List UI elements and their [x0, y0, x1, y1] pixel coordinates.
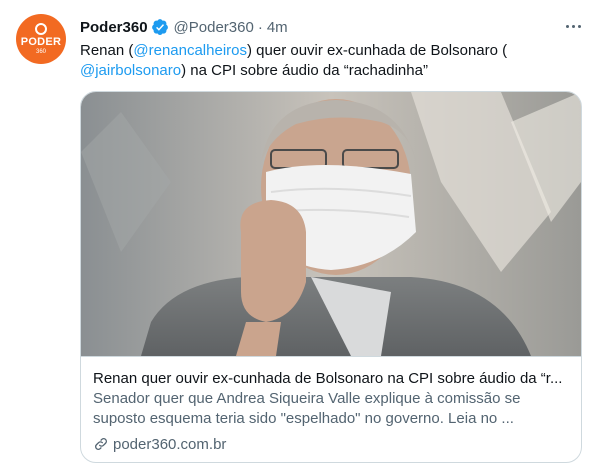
avatar-logo-number: 360 — [35, 48, 46, 55]
tweet[interactable]: PODER 360 Poder360 @Poder360 · 4m Renan … — [0, 0, 602, 475]
tweet-text-part: Renan ( — [80, 42, 134, 59]
card-image[interactable] — [81, 92, 581, 356]
mention-renancalheiros[interactable]: @renancalheiros — [133, 42, 247, 59]
avatar-logo-text: PODER — [20, 35, 62, 48]
tweet-timestamp[interactable]: 4m — [267, 19, 288, 36]
card-body[interactable]: Renan quer ouvir ex-cunhada de Bolsonaro… — [81, 356, 581, 462]
avatar[interactable]: PODER 360 — [16, 14, 66, 64]
card-description: Senador quer que Andrea Siqueira Valle e… — [93, 390, 521, 427]
link-icon — [95, 438, 107, 450]
mention-jairbolsonaro[interactable]: @jairbolsonaro — [80, 62, 181, 79]
tweet-header: Poder360 @Poder360 · 4m — [80, 17, 288, 37]
more-options-icon[interactable] — [560, 16, 586, 36]
logo-ring-icon — [35, 22, 47, 35]
author-name[interactable]: Poder360 — [80, 19, 148, 36]
card-title: Renan quer ouvir ex-cunhada de Bolsonaro… — [93, 370, 563, 387]
link-card[interactable]: Renan quer ouvir ex-cunhada de Bolsonaro… — [80, 91, 582, 463]
card-domain: poder360.com.br — [113, 435, 227, 453]
verified-badge-icon — [151, 19, 168, 36]
card-domain-row: poder360.com.br — [93, 434, 226, 454]
separator-dot: · — [257, 18, 263, 36]
tweet-text-part: ) quer ouvir ex-cunhada de Bolsonaro ( — [247, 42, 508, 59]
tweet-text-part: ) na CPI sobre áudio da “rachadinha” — [181, 62, 428, 79]
card-photo — [81, 92, 581, 356]
author-handle[interactable]: @Poder360 — [174, 19, 254, 36]
tweet-text: Renan (@renancalheiros) quer ouvir ex-cu… — [80, 41, 585, 81]
